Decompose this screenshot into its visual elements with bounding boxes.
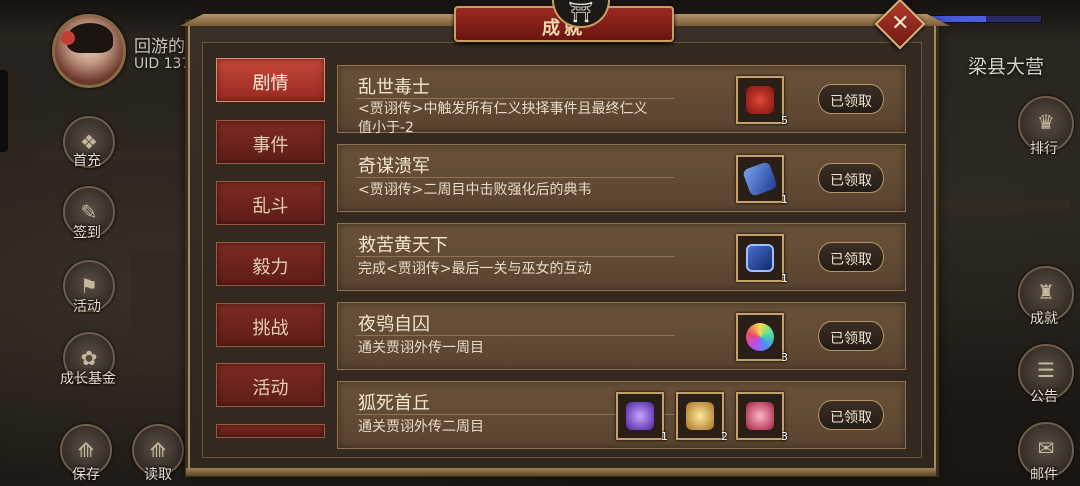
notice-icon: ☰ (1037, 358, 1055, 382)
row-divider (356, 335, 674, 336)
scroll-icon: ✎ (80, 200, 98, 224)
tab-label: 事件 (252, 135, 289, 156)
tab-challenge[interactable]: 挑战 (216, 303, 325, 347)
tab-label: 剧情 (252, 73, 289, 94)
claimed-label: 已领取 (830, 410, 872, 426)
gold-gem-icon (686, 402, 714, 430)
purple-gem-icon (626, 402, 654, 430)
load-icon: ⟰ (149, 438, 167, 462)
achievement-description: 通关贾诩外传一周目 (358, 340, 484, 356)
tab-more[interactable] (216, 424, 325, 438)
player-avatar[interactable] (52, 14, 126, 88)
claimed-button[interactable]: 已领取 (818, 242, 884, 272)
trophy-icon: ♜ (1037, 280, 1055, 304)
close-icon: ✕ (891, 11, 910, 37)
notice-label: 公告 (1030, 389, 1058, 405)
tab-story[interactable]: 剧情 (216, 58, 325, 102)
mail-icon: ✉ (1037, 436, 1055, 460)
reward-item[interactable]: 3 (736, 392, 788, 443)
reward-item[interactable]: 1 (736, 155, 788, 206)
reward-count: 2 (721, 430, 728, 443)
title-emblem: ⛩ (552, 0, 610, 28)
achievements-label: 成就 (1030, 311, 1058, 327)
reward-count: 3 (781, 430, 788, 443)
reward-count: 1 (781, 193, 788, 206)
row-divider (356, 256, 674, 257)
location-name: 梁县大营 (968, 56, 1045, 78)
achievement-row: 夜鸮自囚 通关贾诩外传一周目 3 已领取 (337, 302, 906, 370)
achievement-description: 通关贾诩外传二周目 (358, 419, 484, 435)
mail-label: 邮件 (1030, 467, 1058, 483)
achievement-title: 狐死首丘 (358, 393, 430, 414)
save-label: 保存 (72, 467, 100, 483)
achievement-row: 奇谋溃军 <贾诩传>二周目中击败强化后的典韦 1 已领取 (337, 144, 906, 212)
tab-label: 挑战 (252, 318, 289, 339)
achievement-description: <贾诩传>中触发所有仁义抉择事件且最终仁义值小于-2 (358, 101, 648, 136)
save-icon: ⟰ (77, 438, 95, 462)
claimed-button[interactable]: 已领取 (818, 84, 884, 114)
emblem-icon: ⛩ (568, 0, 594, 24)
orb-icon (746, 323, 774, 351)
reward-item[interactable]: 1 (616, 392, 668, 443)
achievement-title: 夜鸮自囚 (358, 314, 430, 335)
achievement-description: <贾诩传>二周目中击败强化后的典韦 (358, 182, 592, 198)
ranking-label: 排行 (1030, 141, 1058, 157)
rank-icon: ♛ (1037, 110, 1055, 134)
tab-events[interactable]: 事件 (216, 120, 325, 164)
achievement-title: 乱世毒士 (358, 77, 430, 98)
side-handle[interactable] (0, 70, 8, 152)
achievement-description: 完成<贾诩传>最后一关与巫女的互动 (358, 261, 592, 277)
reward-item[interactable]: 2 (676, 392, 728, 443)
reward-item[interactable]: 5 (736, 76, 788, 127)
row-divider (356, 98, 674, 99)
reward-item[interactable]: 3 (736, 313, 788, 364)
dialog-bottom-frame (186, 468, 936, 476)
claimed-label: 已领取 (830, 94, 872, 110)
claimed-label: 已领取 (830, 173, 872, 189)
red-gem-icon (746, 402, 774, 430)
tab-melee[interactable]: 乱斗 (216, 181, 325, 225)
claimed-label: 已领取 (830, 331, 872, 347)
tab-label: 活动 (252, 378, 289, 399)
claimed-label: 已领取 (830, 252, 872, 268)
reward-count: 3 (781, 351, 788, 364)
reward-count: 1 (661, 430, 668, 443)
first-recharge-label: 首充 (73, 153, 101, 169)
claimed-button[interactable]: 已领取 (818, 321, 884, 351)
achievement-title: 救苦黄天下 (358, 235, 448, 256)
flag-icon: ⚑ (80, 274, 98, 298)
achievement-row: 救苦黄天下 完成<贾诩传>最后一关与巫女的互动 1 已领取 (337, 223, 906, 291)
background-crate (130, 250, 190, 370)
tab-label: 毅力 (252, 257, 289, 278)
achievement-row: 乱世毒士 <贾诩传>中触发所有仁义抉择事件且最终仁义值小于-2 5 已领取 (337, 65, 906, 136)
growth-fund-label: 成长基金 (60, 371, 116, 387)
sign-in-label: 签到 (73, 225, 101, 241)
reward-count: 5 (781, 114, 788, 127)
reward-item[interactable]: 1 (736, 234, 788, 285)
tab-label: 乱斗 (252, 196, 289, 217)
coin-icon: ✿ (80, 346, 98, 370)
claimed-button[interactable]: 已领取 (818, 163, 884, 193)
row-divider (356, 177, 674, 178)
scroll-item-icon (742, 161, 778, 197)
background-beam (940, 200, 1070, 210)
fruit-icon (746, 86, 774, 114)
tab-activity[interactable]: 活动 (216, 363, 325, 407)
avatar-flower (61, 31, 75, 45)
book-icon (746, 244, 774, 272)
load-label: 读取 (144, 467, 172, 483)
achievement-row: 狐死首丘 通关贾诩外传二周目 1 2 3 已领取 (337, 381, 906, 449)
achievement-title: 奇谋溃军 (358, 156, 430, 177)
reward-count: 1 (781, 272, 788, 285)
tab-perseverance[interactable]: 毅力 (216, 242, 325, 286)
claimed-button[interactable]: 已领取 (818, 400, 884, 430)
events-label: 活动 (73, 299, 101, 315)
